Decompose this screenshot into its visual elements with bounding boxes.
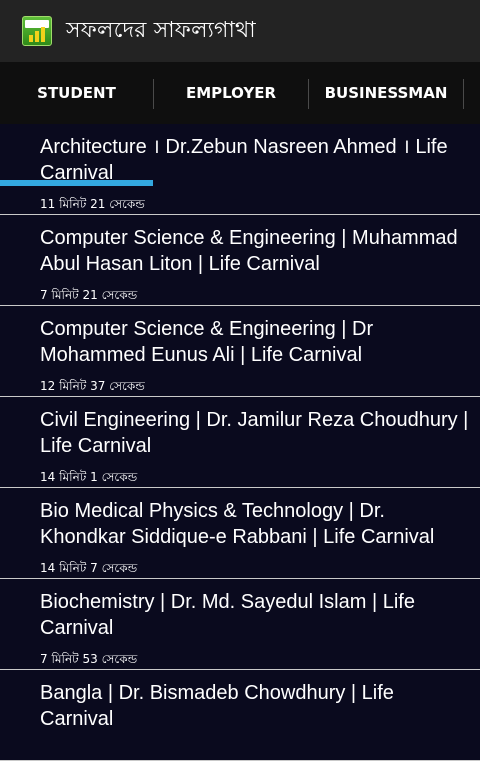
chart-bar-icon xyxy=(41,27,45,42)
action-bar: সফলদের সাফল্যগাথা xyxy=(0,0,480,62)
list-item[interactable]: Computer Science & Engineering | Muhamma… xyxy=(0,215,480,306)
app-title: সফলদের সাফল্যগাথা xyxy=(66,17,256,43)
video-list[interactable]: Architecture । Dr.Zebun Nasreen Ahmed । … xyxy=(0,124,480,761)
tab-employer[interactable]: EMPLOYER xyxy=(154,62,308,124)
item-duration: 14 মিনিট 1 সেকেন্ড xyxy=(40,470,138,484)
list-item[interactable]: Architecture । Dr.Zebun Nasreen Ahmed । … xyxy=(0,124,480,215)
app-icon[interactable] xyxy=(22,16,52,46)
list-item[interactable]: Bio Medical Physics & Technology | Dr. K… xyxy=(0,488,480,579)
item-duration: 7 মিনিট 21 সেকেন্ড xyxy=(40,288,138,302)
item-title: Computer Science & Engineering | Muhamma… xyxy=(40,227,458,275)
item-title: Computer Science & Engineering | Dr Moha… xyxy=(40,318,374,366)
list-item[interactable]: Bangla | Dr. Bismadeb Chowdhury | Life C… xyxy=(0,670,480,761)
list-item[interactable]: Computer Science & Engineering | Dr Moha… xyxy=(0,306,480,397)
tab-divider xyxy=(463,79,464,109)
chart-bar-icon xyxy=(35,31,39,42)
chart-bar-icon xyxy=(29,35,33,42)
item-duration: 14 মিনিট 7 সেকেন্ড xyxy=(40,561,138,575)
item-duration: 7 মিনিট 53 সেকেন্ড xyxy=(40,652,138,666)
item-title: Bio Medical Physics & Technology | Dr. K… xyxy=(40,500,435,548)
item-title: Architecture । Dr.Zebun Nasreen Ahmed । … xyxy=(40,136,448,184)
app-icon-band xyxy=(25,20,49,28)
tab-businessman[interactable]: BUSINESSMAN xyxy=(309,62,463,124)
item-title: Civil Engineering | Dr. Jamilur Reza Cho… xyxy=(40,409,469,457)
list-item[interactable]: Civil Engineering | Dr. Jamilur Reza Cho… xyxy=(0,397,480,488)
tab-student[interactable]: STUDENT xyxy=(0,62,153,124)
tab-bar: STUDENT EMPLOYER BUSINESSMAN xyxy=(0,62,480,186)
item-duration: 12 মিনিট 37 সেকেন্ড xyxy=(40,379,145,393)
list-item[interactable]: Biochemistry | Dr. Md. Sayedul Islam | L… xyxy=(0,579,480,670)
item-title: Biochemistry | Dr. Md. Sayedul Islam | L… xyxy=(40,591,415,639)
item-title: Bangla | Dr. Bismadeb Chowdhury | Life C… xyxy=(40,682,394,730)
item-duration: 11 মিনিট 21 সেকেন্ড xyxy=(40,197,145,211)
